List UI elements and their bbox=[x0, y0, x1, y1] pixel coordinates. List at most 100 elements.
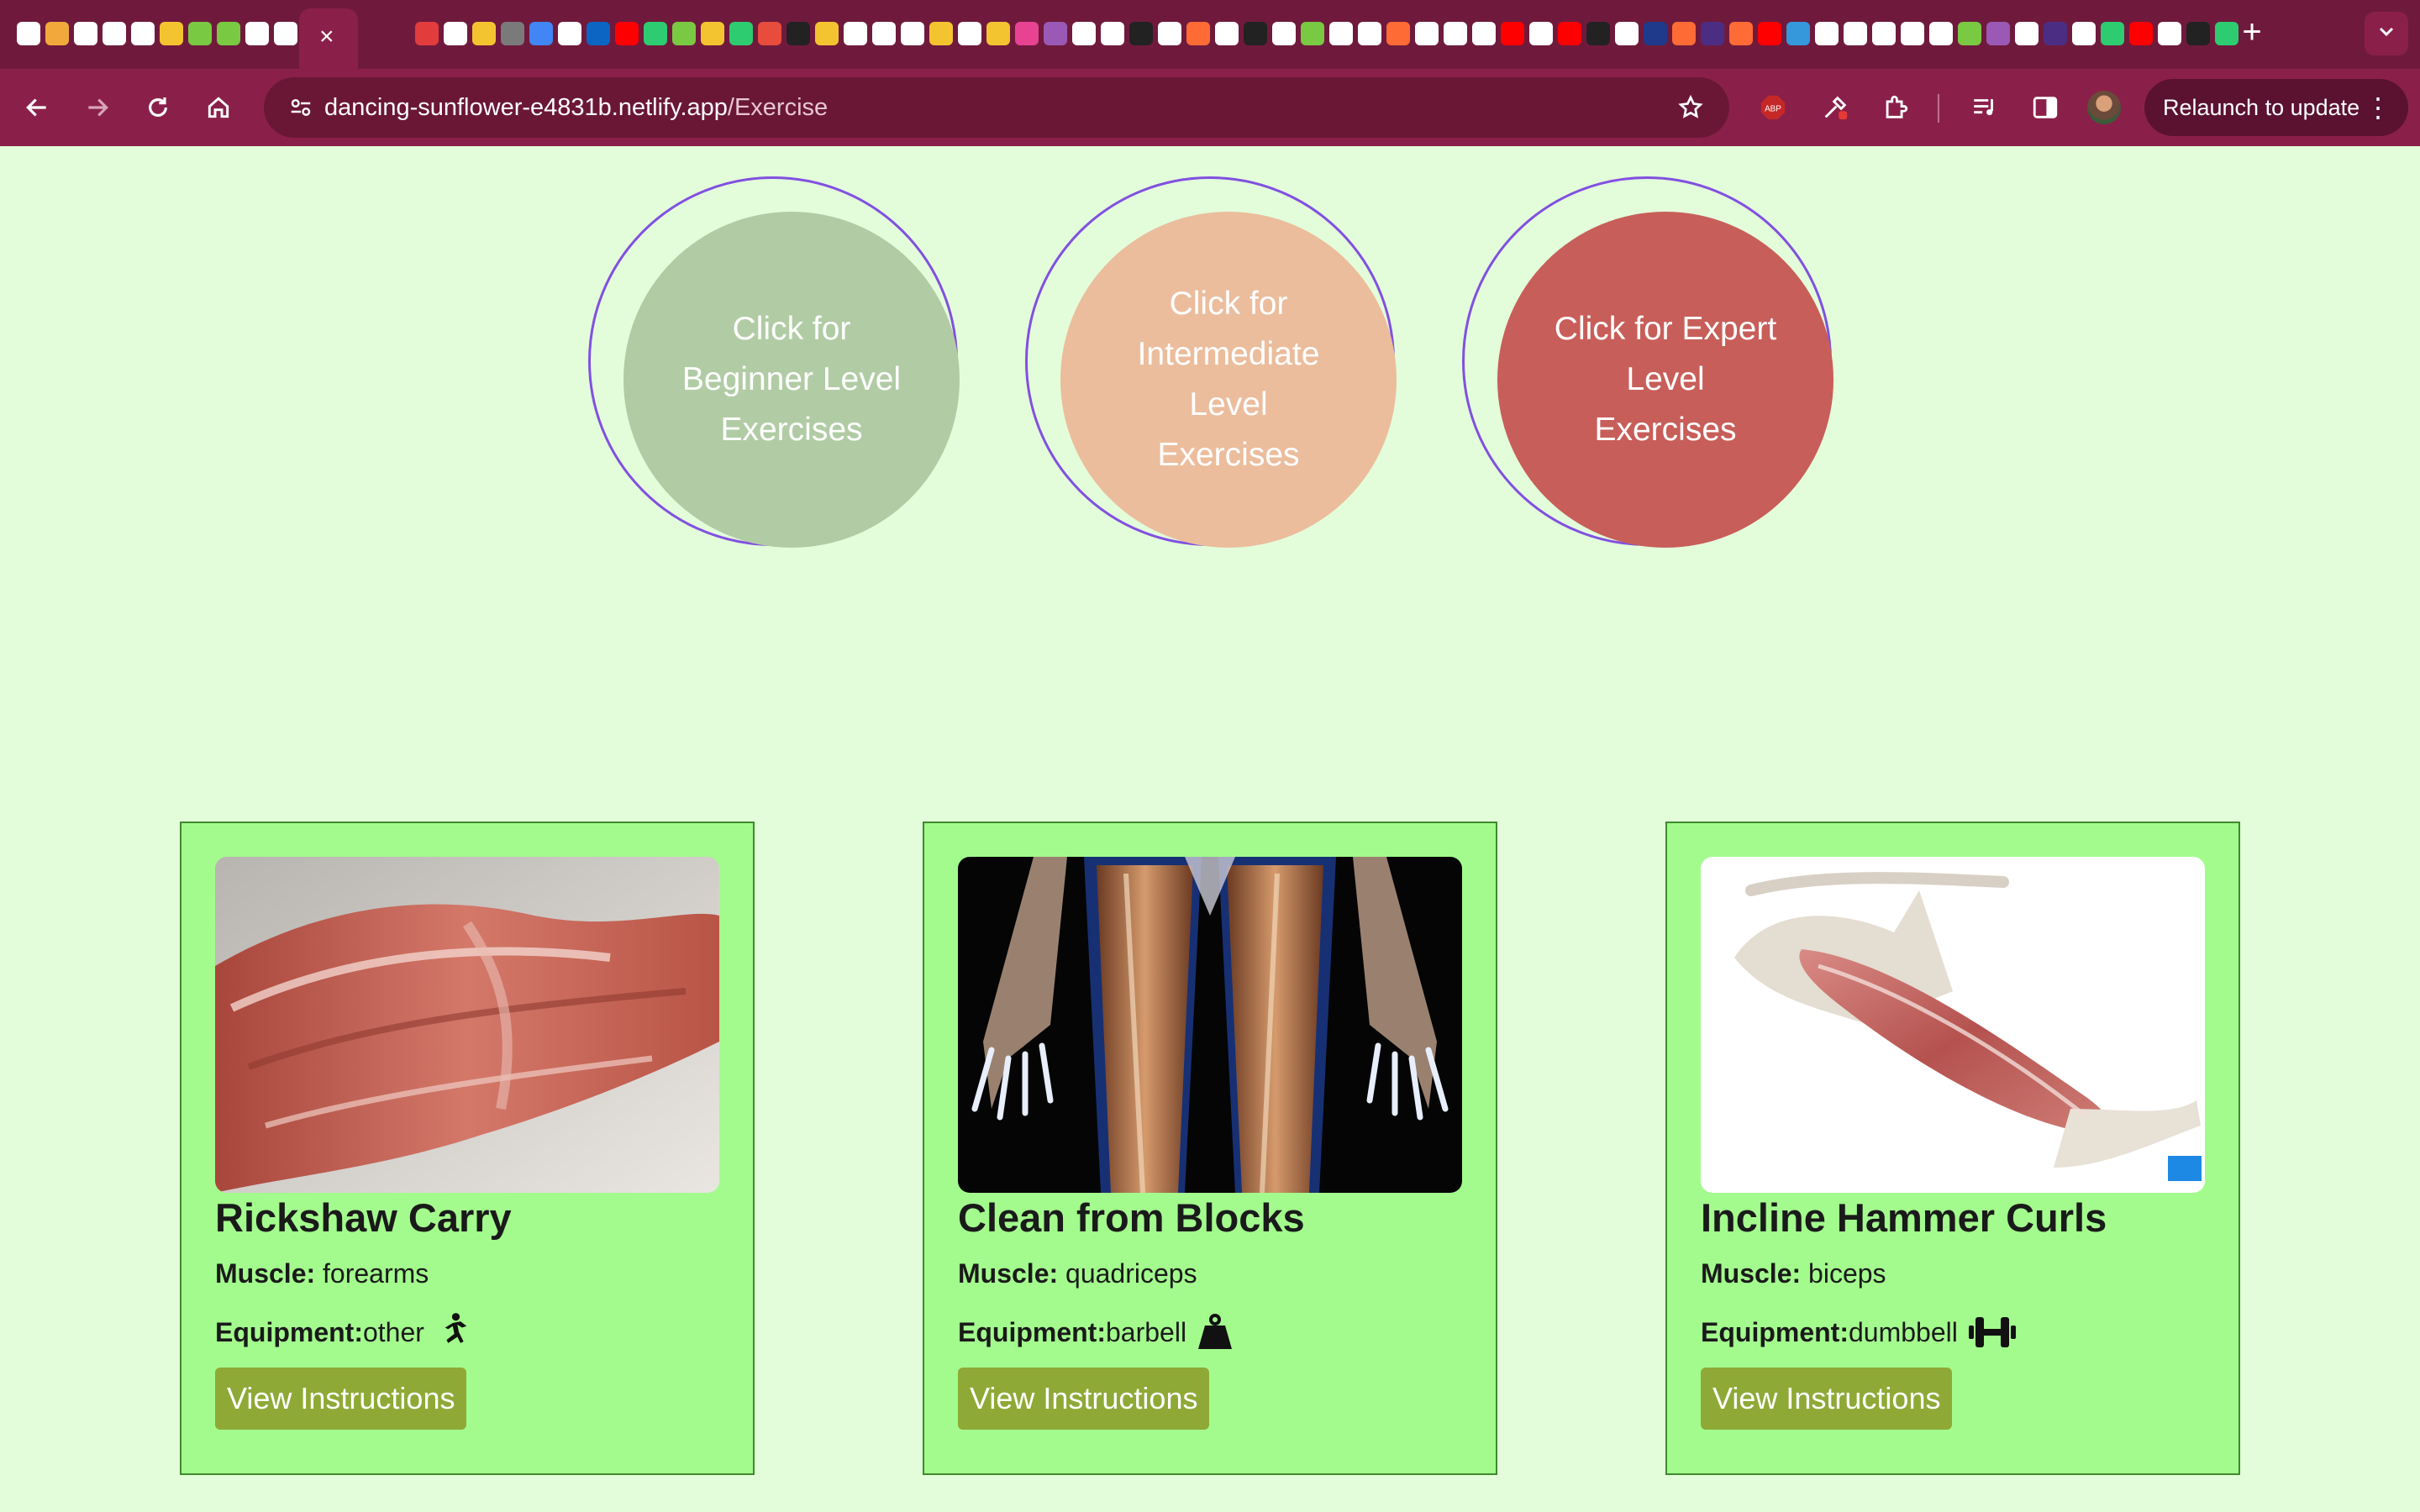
address-bar[interactable]: dancing-sunflower-e4831b.netlify.app/Exe… bbox=[264, 77, 1729, 138]
tab-favicon[interactable] bbox=[1644, 22, 1667, 45]
tab-favicon[interactable] bbox=[1472, 22, 1496, 45]
tab-favicon[interactable] bbox=[17, 22, 40, 45]
tab-favicon[interactable] bbox=[1529, 22, 1553, 45]
tab-favicon[interactable] bbox=[844, 22, 867, 45]
tab-favicon[interactable] bbox=[2186, 22, 2210, 45]
extension-abp-button[interactable]: ABP bbox=[1751, 86, 1795, 129]
tab-favicon[interactable] bbox=[1901, 22, 1924, 45]
view-instructions-button[interactable]: View Instructions bbox=[958, 1368, 1210, 1430]
relaunch-button[interactable]: Relaunch to update ⋮ bbox=[2144, 79, 2408, 136]
tab-favicon[interactable] bbox=[672, 22, 696, 45]
tab-favicon[interactable] bbox=[1558, 22, 1581, 45]
tab-favicon[interactable] bbox=[2044, 22, 2067, 45]
tab-favicon[interactable] bbox=[644, 22, 667, 45]
tab-favicon[interactable] bbox=[1615, 22, 1639, 45]
tab-favicon[interactable] bbox=[74, 22, 97, 45]
tab-favicon[interactable] bbox=[1986, 22, 2010, 45]
tab-favicon[interactable] bbox=[615, 22, 639, 45]
site-info-button[interactable] bbox=[281, 87, 321, 128]
tab-favicon[interactable] bbox=[1186, 22, 1210, 45]
tab-favicon[interactable] bbox=[45, 22, 69, 45]
tab-favicon[interactable] bbox=[501, 22, 524, 45]
bookmark-button[interactable] bbox=[1670, 87, 1711, 128]
tab-favicon[interactable] bbox=[415, 22, 439, 45]
back-button[interactable] bbox=[15, 86, 59, 129]
tab-close-icon[interactable]: × bbox=[319, 24, 334, 50]
url-text[interactable]: dancing-sunflower-e4831b.netlify.app/Exe… bbox=[324, 77, 828, 138]
tab-favicon[interactable] bbox=[1844, 22, 1867, 45]
tab-favicon[interactable] bbox=[1044, 22, 1067, 45]
profile-avatar[interactable] bbox=[2087, 91, 2121, 124]
intermediate-level-button[interactable]: Click for Intermediate Level Exercises bbox=[1025, 176, 1397, 548]
tab-favicon[interactable] bbox=[929, 22, 953, 45]
more-menu-icon[interactable]: ⋮ bbox=[2365, 79, 2391, 136]
tab-favicon[interactable] bbox=[1415, 22, 1439, 45]
tab-favicon[interactable] bbox=[217, 22, 240, 45]
forward-button[interactable] bbox=[76, 86, 119, 129]
active-tab[interactable]: × bbox=[299, 8, 358, 69]
tab-favicon[interactable] bbox=[729, 22, 753, 45]
tab-favicon[interactable] bbox=[558, 22, 581, 45]
tab-favicon[interactable] bbox=[529, 22, 553, 45]
muscle-value: biceps bbox=[1808, 1258, 1886, 1289]
home-button[interactable] bbox=[197, 86, 240, 129]
tab-favicon[interactable] bbox=[1158, 22, 1181, 45]
tab-favicon[interactable] bbox=[1272, 22, 1296, 45]
tab-favicon[interactable] bbox=[1586, 22, 1610, 45]
tab-favicon[interactable] bbox=[1329, 22, 1353, 45]
tab-favicon[interactable] bbox=[2072, 22, 2096, 45]
tab-favicon[interactable] bbox=[1672, 22, 1696, 45]
tab-favicon[interactable] bbox=[1701, 22, 1724, 45]
tab-favicon[interactable] bbox=[1872, 22, 1896, 45]
side-panel-button[interactable] bbox=[2023, 86, 2067, 129]
view-instructions-button[interactable]: View Instructions bbox=[1701, 1368, 1953, 1430]
reload-button[interactable] bbox=[136, 86, 180, 129]
tab-favicon[interactable] bbox=[2129, 22, 2153, 45]
tab-favicon[interactable] bbox=[1815, 22, 1839, 45]
tab-favicon[interactable] bbox=[701, 22, 724, 45]
tab-favicon[interactable] bbox=[472, 22, 496, 45]
tab-favicon[interactable] bbox=[786, 22, 810, 45]
tab-favicon[interactable] bbox=[958, 22, 981, 45]
tab-favicon[interactable] bbox=[1729, 22, 1753, 45]
expert-level-button[interactable]: Click for Expert Level Exercises bbox=[1462, 176, 1833, 548]
tab-favicon[interactable] bbox=[587, 22, 610, 45]
tab-favicon[interactable] bbox=[444, 22, 467, 45]
tab-favicon[interactable] bbox=[2015, 22, 2039, 45]
tab-favicon[interactable] bbox=[1301, 22, 1324, 45]
tab-favicon[interactable] bbox=[1958, 22, 1981, 45]
tab-favicon[interactable] bbox=[1015, 22, 1039, 45]
tab-favicon[interactable] bbox=[1215, 22, 1239, 45]
tab-favicon[interactable] bbox=[274, 22, 297, 45]
tab-favicon[interactable] bbox=[1501, 22, 1524, 45]
tab-favicon[interactable] bbox=[986, 22, 1010, 45]
tab-favicon[interactable] bbox=[1129, 22, 1153, 45]
tab-favicon[interactable] bbox=[2158, 22, 2181, 45]
tab-favicon[interactable] bbox=[1244, 22, 1267, 45]
tab-favicon[interactable] bbox=[1386, 22, 1410, 45]
tab-favicon[interactable] bbox=[901, 22, 924, 45]
tab-favicon[interactable] bbox=[1358, 22, 1381, 45]
tab-search-button[interactable] bbox=[2365, 12, 2408, 55]
extensions-button[interactable] bbox=[1874, 86, 1918, 129]
tab-favicon[interactable] bbox=[1929, 22, 1953, 45]
tab-favicon[interactable] bbox=[245, 22, 269, 45]
tab-favicon[interactable] bbox=[103, 22, 126, 45]
tab-favicon[interactable] bbox=[131, 22, 155, 45]
tab-favicon[interactable] bbox=[1101, 22, 1124, 45]
tab-favicon[interactable] bbox=[815, 22, 839, 45]
view-instructions-button[interactable]: View Instructions bbox=[215, 1368, 467, 1430]
tab-favicon[interactable] bbox=[1444, 22, 1467, 45]
new-tab-button[interactable]: + bbox=[2233, 13, 2270, 50]
tab-favicon[interactable] bbox=[872, 22, 896, 45]
tab-favicon[interactable] bbox=[758, 22, 781, 45]
tab-favicon[interactable] bbox=[1758, 22, 1781, 45]
beginner-level-button[interactable]: Click for Beginner Level Exercises bbox=[588, 176, 960, 548]
extension-picker-button[interactable] bbox=[1813, 86, 1857, 129]
tab-favicon[interactable] bbox=[2101, 22, 2124, 45]
media-controls-button[interactable] bbox=[1963, 86, 2007, 129]
tab-favicon[interactable] bbox=[1072, 22, 1096, 45]
tab-favicon[interactable] bbox=[1786, 22, 1810, 45]
tab-favicon[interactable] bbox=[188, 22, 212, 45]
tab-favicon[interactable] bbox=[160, 22, 183, 45]
